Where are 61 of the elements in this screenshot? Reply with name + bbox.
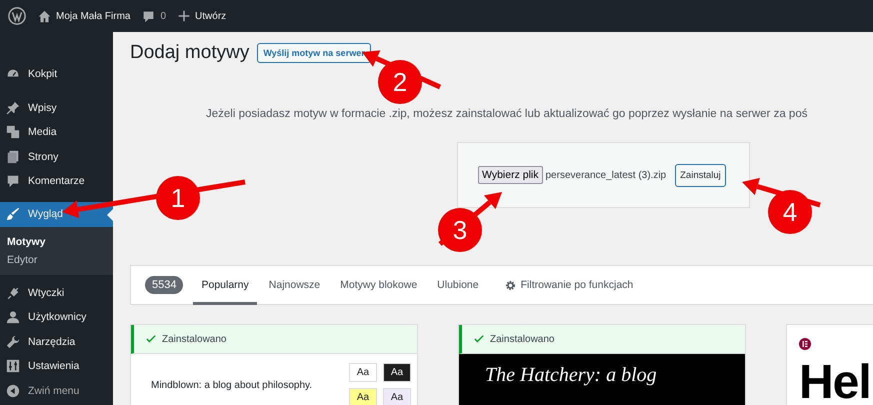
style-swatch: Aa: [383, 388, 411, 405]
comment-icon[interactable]: [142, 10, 156, 22]
plug-icon: [6, 286, 20, 300]
theme-card[interactable]: Zainstalowano Mindblown: a blog about philosophy. Aa Aa Aa Aa: [130, 324, 418, 405]
theme-preview-text: The Hatchery: a blog: [485, 364, 658, 387]
feature-filter-button[interactable]: Filtrowanie po funkcjach: [498, 278, 640, 292]
installed-banner: Zainstalowano: [131, 325, 417, 354]
check-icon: [474, 334, 484, 344]
menu-item[interactable]: Narzędzia: [0, 330, 113, 354]
new-content-link[interactable]: Utwórz: [195, 10, 226, 22]
theme-preview-text: Mindblown: a blog about philosophy.: [151, 380, 312, 390]
step-number-marker: 1: [156, 176, 200, 220]
filter-tab[interactable]: Popularny: [193, 266, 257, 304]
wrench-icon: [6, 334, 20, 349]
style-swatch: Aa: [383, 363, 411, 382]
home-icon[interactable]: [38, 10, 51, 22]
comment-count: 0: [160, 10, 166, 22]
settings-icon: [504, 280, 516, 290]
install-button[interactable]: Zainstaluj: [675, 164, 726, 186]
style-swatch: Aa: [349, 363, 377, 382]
menu-item[interactable]: Wtyczki: [0, 280, 113, 305]
check-icon: [146, 334, 156, 344]
menu-item[interactable]: Komentarze: [0, 169, 113, 194]
style-swatch: Aa: [349, 388, 377, 405]
choose-file-button[interactable]: Wybierz plik: [478, 166, 542, 184]
site-name-link[interactable]: Moja Mała Firma: [56, 10, 130, 22]
installed-banner: Zainstalowano: [459, 325, 745, 354]
logo-icon: [799, 338, 811, 350]
theme-card[interactable]: Hel: [786, 324, 873, 405]
collapse-icon: [6, 384, 20, 398]
menu-item[interactable]: Kokpit: [0, 62, 113, 86]
page-title: Dodaj motywy: [130, 42, 250, 64]
menu-item[interactable]: Media: [0, 120, 113, 144]
upload-theme-button[interactable]: Wyślij motyw na serwer: [257, 43, 371, 63]
filter-tab[interactable]: Najnowsze: [260, 266, 328, 304]
user-icon: [6, 310, 20, 324]
theme-card[interactable]: Zainstalowano The Hatchery: a blog: [458, 324, 746, 405]
brush-icon: [6, 207, 20, 221]
submenu-item[interactable]: Edytor: [0, 250, 113, 268]
upload-description: Jeżeli posiadasz motyw w formacie .zip, możesz zainstalować lub aktualizować go poprzez wysłanie na serwer za poś: [206, 108, 808, 120]
theme-preview-text: Hel: [799, 359, 872, 405]
media-icon: [6, 125, 20, 140]
step-number-marker: 3: [438, 208, 482, 252]
submenu-item[interactable]: Motywy: [0, 232, 113, 250]
plus-icon[interactable]: [178, 10, 190, 22]
pages-icon: [6, 150, 20, 164]
step-number-marker: 2: [378, 60, 422, 104]
theme-count-badge: 5534: [145, 276, 184, 294]
menu-item[interactable]: Ustawienia: [0, 354, 113, 378]
pin-icon: [6, 100, 20, 115]
menu-item[interactable]: Zwiń menu: [0, 378, 113, 403]
menu-item[interactable]: Wpisy: [0, 96, 113, 120]
wordpress-logo-icon[interactable]: [8, 7, 26, 25]
comment-icon: [6, 174, 20, 188]
filter-tab[interactable]: Motywy blokowe: [332, 266, 426, 304]
file-name: perseverance_latest (3).zip: [546, 170, 666, 180]
sliders-icon: [6, 359, 20, 374]
step-number-marker: 4: [768, 190, 812, 234]
menu-item[interactable]: Strony: [0, 144, 113, 169]
filter-tab[interactable]: Ulubione: [429, 266, 487, 304]
menu-item[interactable]: Użytkownicy: [0, 305, 113, 330]
